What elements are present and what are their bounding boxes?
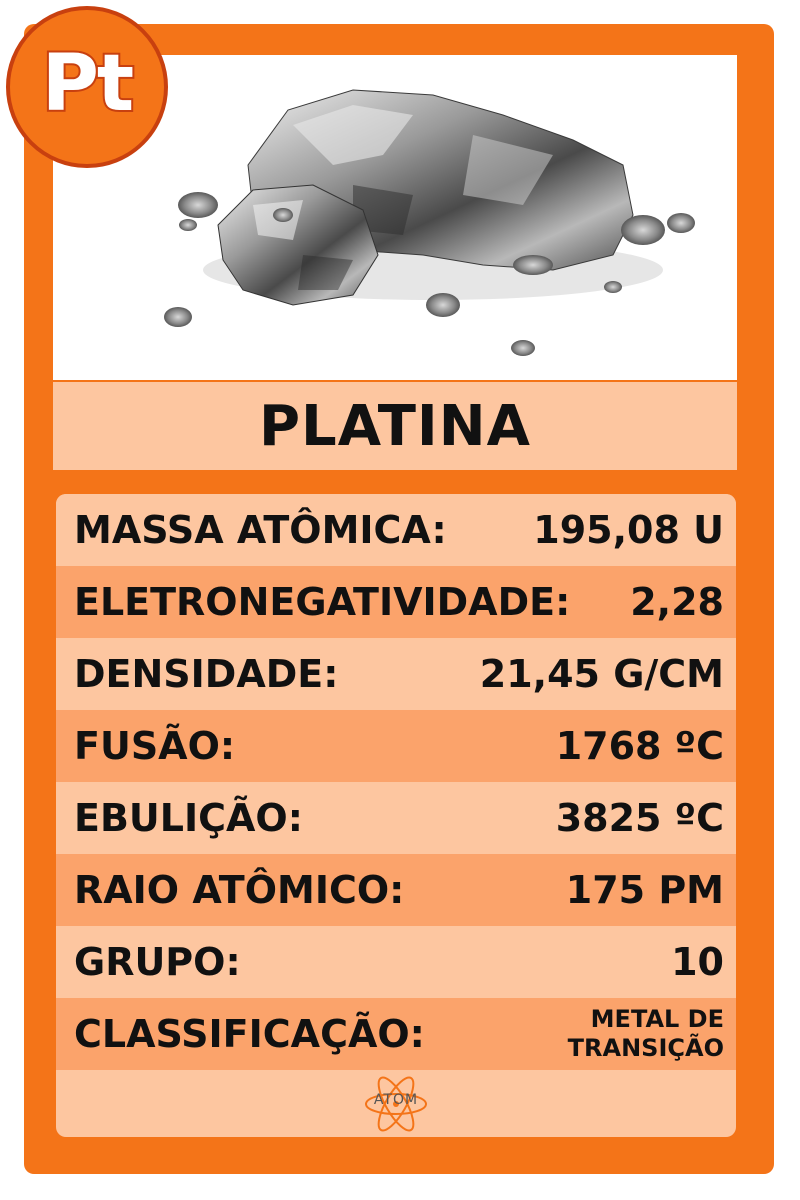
element-name: PLATINA [259, 393, 531, 459]
stat-label: MASSA ATÔMICA: [74, 508, 447, 552]
stat-value: METAL DE TRANSIÇÃO [567, 1005, 724, 1062]
footer: ATOM [56, 1070, 736, 1137]
stat-value: 10 [671, 940, 724, 984]
stat-label: ELETRONEGATIVIDADE: [74, 580, 571, 624]
logo-text: ATOM [373, 1091, 419, 1108]
stat-row-melting-point: FUSÃO: 1768 ºC [56, 710, 736, 782]
element-name-bar: PLATINA [53, 382, 737, 470]
stat-value: 195,08 U [533, 508, 724, 552]
stat-value: 175 PM [565, 868, 724, 912]
stat-label: EBULIÇÃO: [74, 796, 303, 840]
stat-row-classification: CLASSIFICAÇÃO: METAL DE TRANSIÇÃO [56, 998, 736, 1070]
stat-row-electronegativity: ELETRONEGATIVIDADE: 2,28 [56, 566, 736, 638]
stat-label: RAIO ATÔMICO: [74, 868, 405, 912]
atom-logo: ATOM [356, 1074, 436, 1134]
stat-value: 1768 ºC [555, 724, 724, 768]
stat-value: 21,45 G/CM [479, 652, 724, 696]
element-symbol-badge: Pt [6, 6, 168, 168]
stat-row-atomic-radius: RAIO ATÔMICO: 175 PM [56, 854, 736, 926]
stats-panel: MASSA ATÔMICA: 195,08 U ELETRONEGATIVIDA… [56, 494, 736, 1137]
stat-row-group: GRUPO: 10 [56, 926, 736, 998]
stat-label: DENSIDADE: [74, 652, 339, 696]
stat-value: 2,28 [630, 580, 724, 624]
stat-row-atomic-mass: MASSA ATÔMICA: 195,08 U [56, 494, 736, 566]
stat-row-boiling-point: EBULIÇÃO: 3825 ºC [56, 782, 736, 854]
stat-value: 3825 ºC [555, 796, 724, 840]
stat-label: FUSÃO: [74, 724, 236, 768]
stat-label: CLASSIFICAÇÃO: [74, 1012, 425, 1056]
stat-label: GRUPO: [74, 940, 241, 984]
stat-row-density: DENSIDADE: 21,45 G/CM [56, 638, 736, 710]
element-symbol: Pt [40, 39, 136, 129]
